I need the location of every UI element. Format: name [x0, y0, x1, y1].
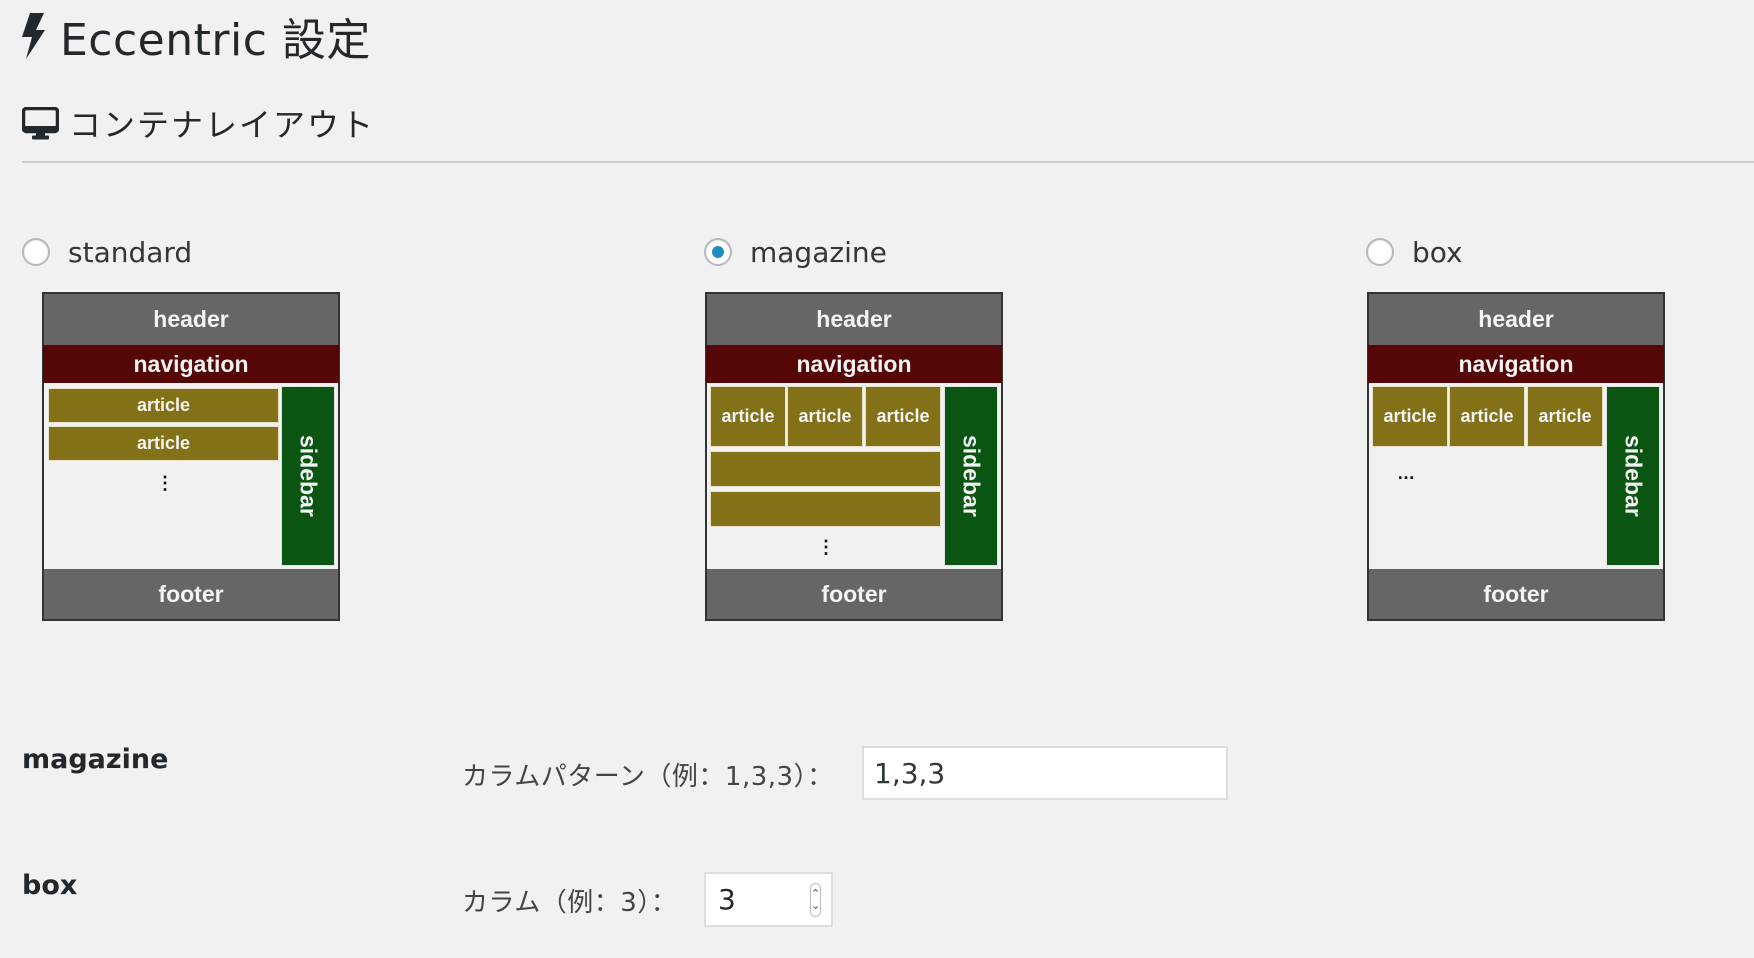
diagram-article: article — [1527, 386, 1603, 447]
diagram-ellipsis: … — [1397, 463, 1415, 483]
number-spinner[interactable]: ⌃ ⌄ — [810, 882, 822, 917]
section-heading: コンテナレイアウト — [22, 98, 375, 148]
diagram-ellipsis: ⋮ — [156, 473, 174, 493]
diagram-navigation: navigation — [706, 345, 1002, 383]
radio-magazine[interactable] — [704, 238, 732, 266]
diagram-article: article — [48, 426, 279, 461]
diagram-article: article — [710, 386, 786, 447]
desktop-monitor-icon — [22, 106, 59, 139]
page-title-row: Eccentric 設定 — [22, 8, 371, 66]
diagram-sidebar-label: sidebar — [1620, 435, 1647, 517]
chevron-up-icon[interactable]: ⌃ — [811, 887, 820, 900]
radio-box[interactable] — [1366, 238, 1394, 266]
radio-standard[interactable] — [22, 238, 50, 266]
section-divider — [22, 161, 1754, 163]
column-count-label: カラム（例：3）： — [462, 888, 678, 918]
diagram-article: article — [1372, 386, 1448, 447]
diagram-article: article — [787, 386, 863, 447]
diagram-sidebar-label: sidebar — [958, 435, 985, 517]
diagram-footer: footer — [707, 569, 1001, 619]
diagram-sidebar: sidebar — [1606, 386, 1660, 566]
setting-label-box: box — [22, 870, 78, 901]
layout-diagram-box[interactable]: header navigation article article articl… — [1367, 292, 1665, 621]
diagram-footer: footer — [1369, 569, 1663, 619]
diagram-footer: footer — [44, 569, 338, 619]
diagram-navigation: navigation — [43, 345, 339, 383]
diagram-header: header — [707, 294, 1001, 345]
chevron-down-icon[interactable]: ⌄ — [811, 899, 820, 912]
setting-label-magazine: magazine — [22, 744, 169, 775]
diagram-header: header — [44, 294, 338, 345]
layout-option-standard[interactable]: standard — [22, 232, 192, 272]
bolt-icon — [22, 13, 45, 59]
radio-label-box[interactable]: box — [1412, 236, 1463, 269]
diagram-sidebar: sidebar — [281, 386, 335, 566]
diagram-navigation: navigation — [1368, 345, 1664, 383]
diagram-article-wide — [710, 451, 941, 487]
column-count-input[interactable] — [706, 883, 810, 916]
column-pattern-input[interactable] — [862, 746, 1228, 800]
column-pattern-label: カラムパターン（例：1,3,3）： — [462, 762, 834, 792]
layout-diagram-standard[interactable]: header navigation article article ⋮ side… — [42, 292, 340, 621]
layout-option-magazine[interactable]: magazine — [704, 232, 887, 272]
radio-label-standard[interactable]: standard — [68, 236, 192, 269]
radio-label-magazine[interactable]: magazine — [750, 236, 887, 269]
diagram-article-wide — [710, 491, 941, 527]
layout-diagram-magazine[interactable]: header navigation article article articl… — [705, 292, 1003, 621]
diagram-sidebar-label: sidebar — [295, 435, 322, 517]
column-count-field[interactable]: ⌃ ⌄ — [704, 872, 833, 927]
diagram-sidebar: sidebar — [944, 386, 998, 566]
diagram-header: header — [1369, 294, 1663, 345]
layout-option-box[interactable]: box — [1366, 232, 1463, 272]
diagram-article: article — [48, 388, 279, 423]
page-title: Eccentric 設定 — [60, 15, 371, 66]
diagram-article: article — [1449, 386, 1525, 447]
diagram-ellipsis: ⋮ — [817, 537, 835, 557]
section-title: コンテナレイアウト — [69, 106, 376, 144]
diagram-article: article — [865, 386, 941, 447]
